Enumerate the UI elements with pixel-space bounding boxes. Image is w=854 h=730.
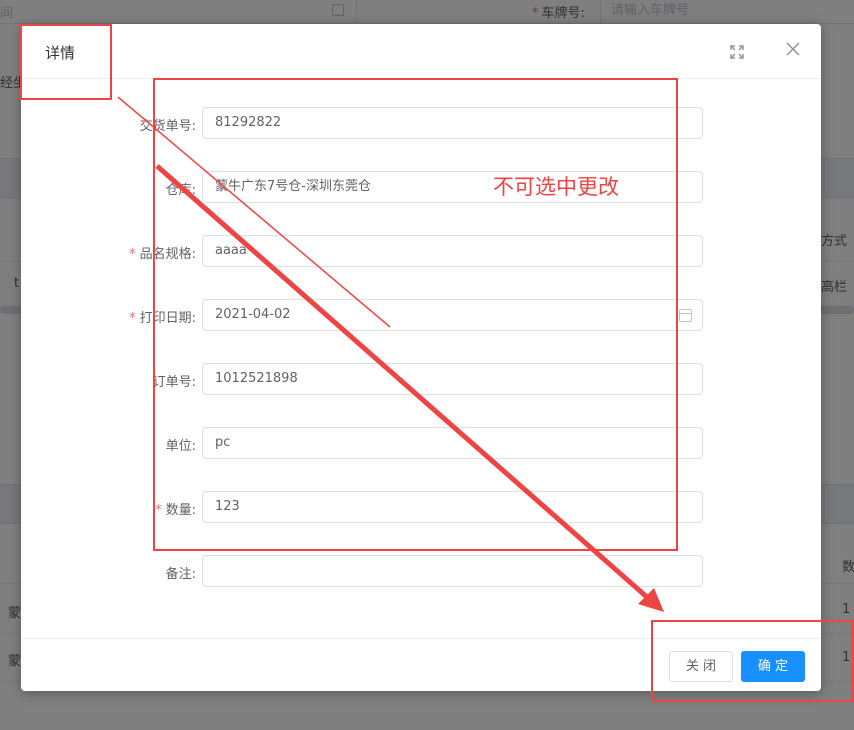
annotation-box-fields [153,78,678,551]
dialog-header: 详情 [21,24,821,79]
calendar-icon[interactable] [679,309,692,322]
annotation-note: 不可选中更改 [493,175,619,199]
required-mark: * [129,311,136,326]
fullscreen-icon[interactable] [729,44,745,60]
annotation-box-buttons [651,620,854,702]
annotation-box-title [20,24,112,100]
required-mark: * [129,247,136,262]
close-icon[interactable] [783,40,803,60]
form-row-remark: 备注: [21,555,821,587]
remark-field[interactable] [202,555,703,587]
form-label: 备注: [165,567,196,582]
